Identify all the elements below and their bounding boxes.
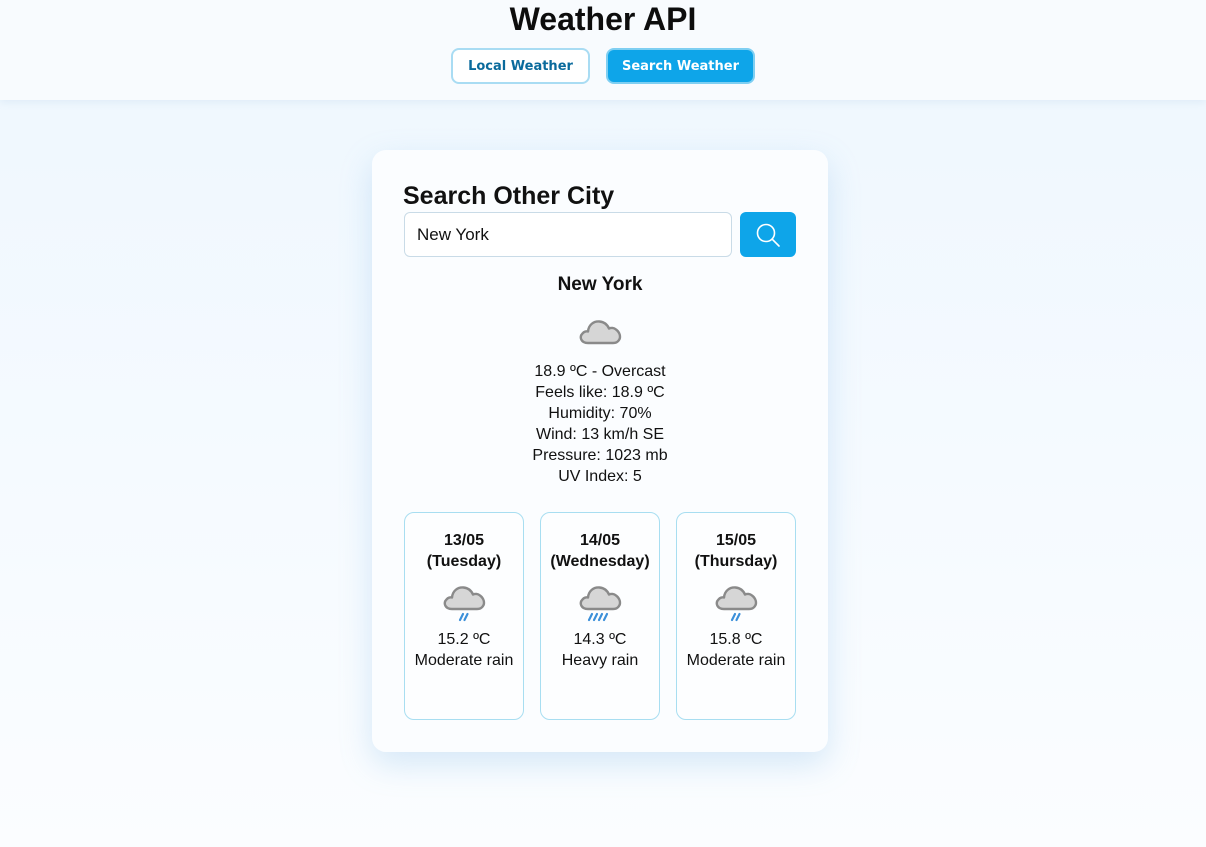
forecast-weekday: (Thursday): [694, 553, 778, 570]
forecast-temp: 15.2 ºC: [437, 631, 491, 648]
forecast-weekday: (Tuesday): [426, 553, 502, 570]
search-button[interactable]: [740, 212, 796, 257]
forecast-condition: Moderate rain: [414, 652, 514, 669]
forecast-date: 14/05: [579, 532, 621, 549]
app-title: Weather API: [509, 1, 697, 37]
current-wind: Wind: 13 km/h SE: [535, 426, 665, 443]
forecast-temp: 14.3 ºC: [573, 631, 627, 648]
forecast-temp: 15.8 ºC: [709, 631, 763, 648]
search-weather-button[interactable]: Search Weather: [606, 48, 755, 84]
nav-bar: Local Weather Search Weather: [0, 48, 1206, 84]
search-card: Search Other City New York 18.9 ºC - Ove…: [372, 150, 828, 752]
forecast-condition: Moderate rain: [686, 652, 786, 669]
current-pressure: Pressure: 1023 mb: [532, 447, 668, 464]
app-header: Weather API Local Weather Search Weather: [0, 0, 1206, 100]
local-weather-button[interactable]: Local Weather: [451, 48, 590, 84]
forecast-day-card: 13/05 (Tuesday) 15.2 ºC Moderate rain: [404, 512, 524, 720]
forecast-weekday: (Wednesday): [550, 553, 650, 570]
current-uv-index: UV Index: 5: [558, 468, 642, 485]
forecast-day-card: 15/05 (Thursday) 15.8 ºC Moderate rain: [676, 512, 796, 720]
current-details: 18.9 ºC - Overcast Feels like: 18.9 ºC H…: [372, 361, 828, 487]
forecast-date: 13/05: [443, 532, 485, 549]
forecast-day-card: 14/05 (Wednesday) 14.3 ºC Heavy rain: [540, 512, 660, 720]
forecast-list: 13/05 (Tuesday) 15.2 ºC Moderate rain 14…: [404, 512, 796, 720]
city-search-input[interactable]: [404, 212, 732, 257]
cloud-icon: [579, 320, 622, 345]
moderate-rain-icon: [443, 586, 486, 622]
current-temp-condition: 18.9 ºC - Overcast: [534, 363, 666, 380]
current-feels-like: Feels like: 18.9 ºC: [535, 384, 665, 401]
forecast-condition: Heavy rain: [561, 652, 639, 669]
heavy-rain-icon: [579, 586, 622, 622]
current-humidity: Humidity: 70%: [548, 405, 652, 422]
moderate-rain-icon: [715, 586, 758, 622]
current-city-name: New York: [557, 274, 643, 295]
forecast-date: 15/05: [715, 532, 757, 549]
search-icon: [756, 223, 780, 247]
search-heading: Search Other City: [403, 182, 615, 210]
